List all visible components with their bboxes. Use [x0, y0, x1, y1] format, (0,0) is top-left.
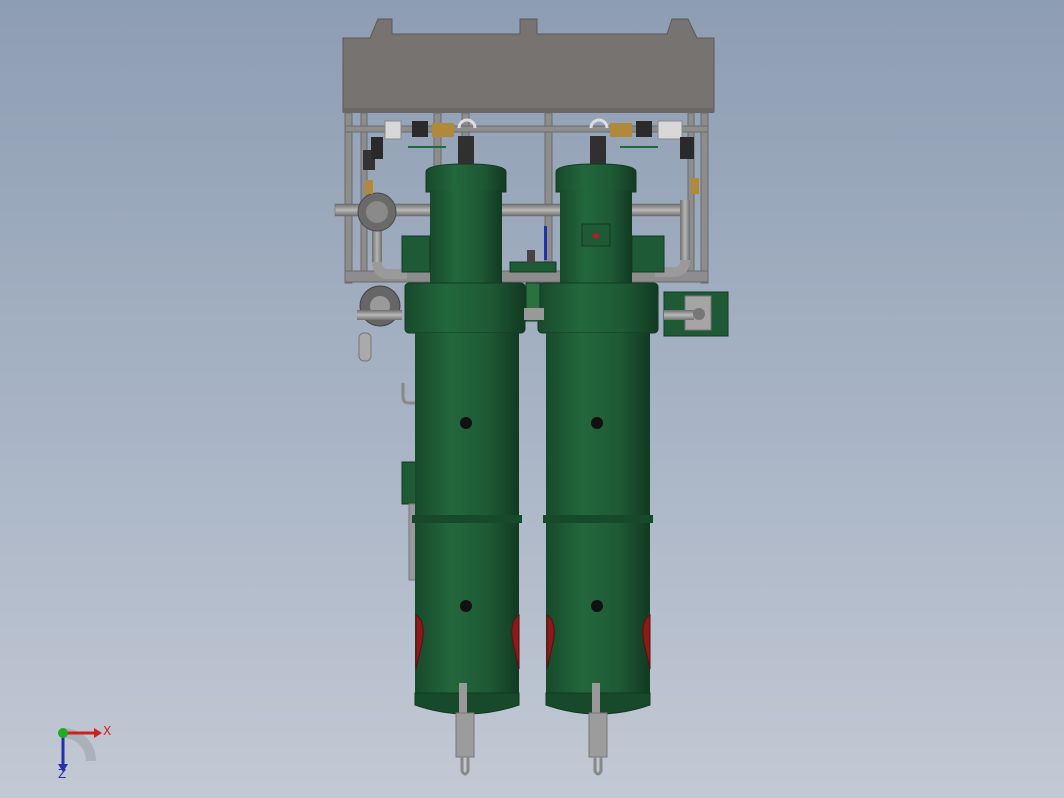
sight-port — [591, 600, 603, 612]
left-filter-vessel[interactable] — [401, 163, 526, 776]
top-enclosure[interactable] — [342, 18, 715, 113]
sight-port — [591, 417, 603, 429]
x-axis-label: X — [103, 724, 111, 738]
sight-port — [460, 417, 472, 429]
right-filter-vessel[interactable] — [537, 163, 665, 776]
triad-arc — [62, 728, 96, 762]
y-axis-dot — [58, 728, 68, 738]
z-axis-label: Z — [58, 767, 66, 781]
x-axis-head — [94, 728, 102, 738]
cad-viewport[interactable] — [0, 0, 1064, 798]
sight-port — [460, 600, 472, 612]
orientation-triad: X Z — [58, 724, 111, 781]
